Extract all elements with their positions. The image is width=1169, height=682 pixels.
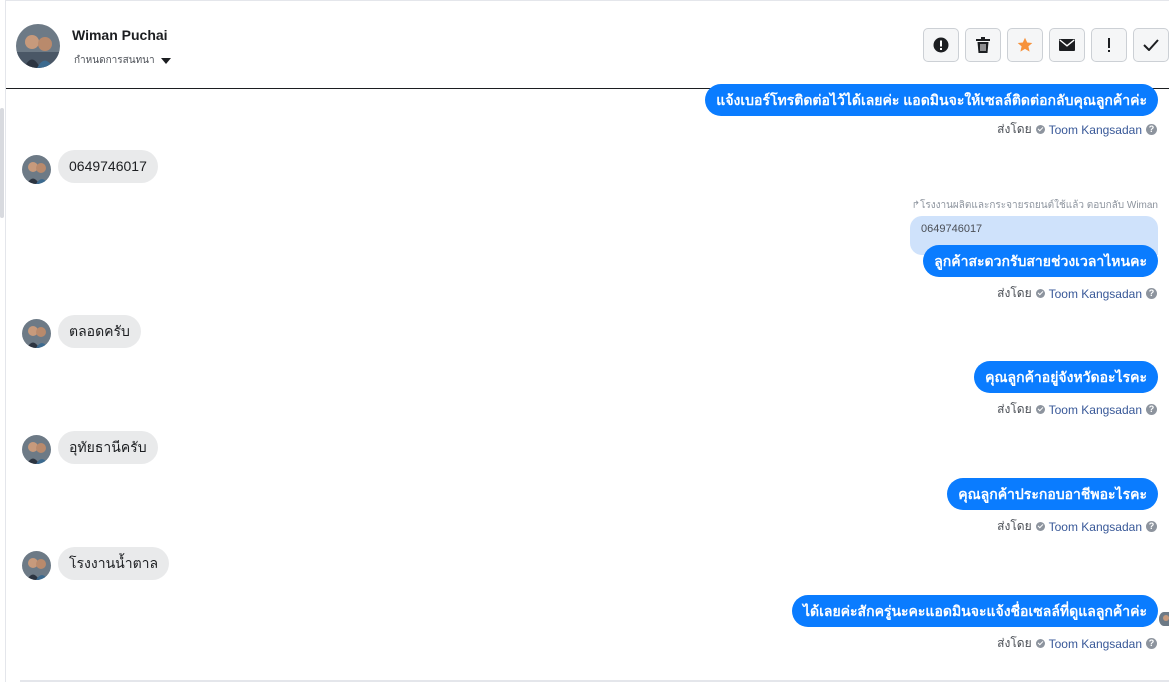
scrollbar-thumb[interactable] xyxy=(0,108,4,218)
help-icon[interactable]: ? xyxy=(1146,638,1157,649)
mark-done-button[interactable] xyxy=(1133,28,1169,62)
contact-name[interactable]: Wiman Puchai xyxy=(72,27,168,43)
outgoing-message[interactable]: คุณลูกค้าประกอบอาชีพอะไรคะ xyxy=(947,478,1158,510)
help-icon[interactable]: ? xyxy=(1146,404,1157,415)
outgoing-message[interactable]: ลูกค้าสะดวกรับสายช่วงเวลาไหนคะ xyxy=(923,245,1158,277)
exclamation-icon xyxy=(1108,38,1110,52)
help-icon[interactable]: ? xyxy=(1146,288,1157,299)
contact-avatar-small xyxy=(22,319,51,348)
sent-by-label: ส่งโดย xyxy=(997,402,1032,416)
sent-by-line: ส่งโดย Toom Kangsadan ? xyxy=(997,517,1157,536)
envelope-icon xyxy=(1059,39,1075,51)
verified-icon xyxy=(1035,289,1045,298)
verified-icon xyxy=(1035,639,1045,648)
mark-unread-button[interactable] xyxy=(1049,28,1085,62)
conversation-status-dropdown[interactable]: กำหนดการสนทนา xyxy=(74,53,171,68)
star-button[interactable] xyxy=(1007,28,1043,62)
verified-icon xyxy=(1035,405,1045,414)
contact-avatar-small xyxy=(22,155,51,184)
left-panel-edge xyxy=(0,0,6,682)
agent-name[interactable]: Toom Kangsadan xyxy=(1049,123,1142,137)
outgoing-message[interactable]: ได้เลยค่ะสักครู่นะคะแอดมินจะแจ้งชื่อเซลล… xyxy=(791,595,1158,627)
reply-context-note: ↱โรงงานผลิตและกระจายรถยนต์ใช้แล้ว ตอบกลั… xyxy=(911,200,1158,211)
conversation-status-label: กำหนดการสนทนา xyxy=(74,55,155,66)
incoming-message[interactable]: ตลอดครับ xyxy=(58,315,141,348)
trash-icon xyxy=(976,37,990,53)
sent-by-line: ส่งโดย Toom Kangsadan ? xyxy=(997,120,1157,139)
caret-down-icon xyxy=(160,57,171,64)
contact-avatar[interactable] xyxy=(16,24,60,68)
sent-by-line: ส่งโดย Toom Kangsadan ? xyxy=(997,400,1157,419)
sent-by-label: ส่งโดย xyxy=(997,519,1032,533)
spam-button[interactable] xyxy=(923,28,959,62)
conversation-actions xyxy=(923,28,1169,62)
sent-by-line: ส่งโดย Toom Kangsadan ? xyxy=(997,634,1157,653)
conversation-header: Wiman Puchai กำหนดการสนทนา xyxy=(6,0,1169,89)
sent-by-line: ส่งโดย Toom Kangsadan ? xyxy=(997,284,1157,303)
sent-by-label: ส่งโดย xyxy=(997,286,1032,300)
agent-name[interactable]: Toom Kangsadan xyxy=(1049,637,1142,651)
verified-icon xyxy=(1035,125,1045,134)
star-icon xyxy=(1017,37,1033,52)
agent-name[interactable]: Toom Kangsadan xyxy=(1049,520,1142,534)
verified-icon xyxy=(1035,522,1045,531)
incoming-message[interactable]: อุทัยธานีครับ xyxy=(58,431,158,464)
agent-name[interactable]: Toom Kangsadan xyxy=(1049,403,1142,417)
delete-button[interactable] xyxy=(965,28,1001,62)
agent-name[interactable]: Toom Kangsadan xyxy=(1049,287,1142,301)
help-icon[interactable]: ? xyxy=(1146,124,1157,135)
sent-by-label: ส่งโดย xyxy=(997,122,1032,136)
follow-up-button[interactable] xyxy=(1091,28,1127,62)
contact-avatar-small xyxy=(22,435,51,464)
incoming-message[interactable]: 0649746017 xyxy=(58,150,158,183)
incoming-message[interactable]: โรงงานน้ำตาล xyxy=(58,547,170,580)
check-icon xyxy=(1143,39,1159,51)
help-icon[interactable]: ? xyxy=(1146,521,1157,532)
contact-avatar-small xyxy=(22,551,51,580)
alert-circle-icon xyxy=(933,37,949,53)
outgoing-message[interactable]: คุณลูกค้าอยู่จังหวัดอะไรคะ xyxy=(974,361,1158,393)
outgoing-message[interactable]: แจ้งเบอร์โทรติดต่อไว้ได้เลยค่ะ แอดมินจะใ… xyxy=(705,84,1158,116)
seen-by-avatar xyxy=(1159,612,1169,626)
sent-by-label: ส่งโดย xyxy=(997,636,1032,650)
